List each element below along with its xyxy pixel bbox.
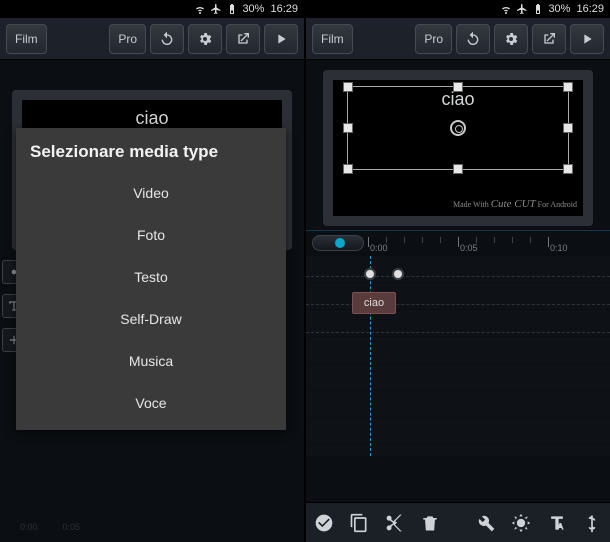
battery-icon [532,3,544,15]
pro-label: Pro [118,32,137,46]
settings-button[interactable] [188,24,222,54]
bottom-toolbar [306,502,610,542]
dialog-title: Selezionare media type [16,140,286,172]
play-button[interactable] [264,24,298,54]
media-option-musica[interactable]: Musica [16,340,286,382]
film-label: Film [321,32,344,46]
undo-button[interactable] [150,24,184,54]
battery-pct: 30% [242,3,264,15]
resize-handle-ne[interactable] [563,82,573,92]
delete-button[interactable] [416,509,444,537]
playhead[interactable] [370,256,371,456]
preview-area[interactable]: ciao Made With Cute CUT For Android [323,70,593,226]
battery-pct: 30% [548,3,570,15]
ruler-tick-2: 0:10 [550,243,568,253]
share-icon [541,31,557,47]
resize-handle-n[interactable] [453,82,463,92]
brightness-button[interactable] [507,509,535,537]
keyframe-dot[interactable] [364,268,376,280]
wifi-icon [500,3,512,15]
wrench-button[interactable] [472,509,500,537]
keyframe-dot[interactable] [392,268,404,280]
status-time: 16:29 [270,3,298,15]
preview-text: ciao [441,89,474,110]
trash-icon [420,513,440,533]
selection-box[interactable]: ciao [347,86,569,170]
watermark-brand: Cute CUT [491,198,536,210]
copy-icon [349,513,369,533]
text-style-button[interactable] [543,509,571,537]
status-bar: 30% 16:29 [306,0,610,18]
text-cursor-icon [582,513,602,533]
play-icon [273,31,289,47]
resize-handle-s[interactable] [453,164,463,174]
media-option-video[interactable]: Video [16,172,286,214]
watermark: Made With Cute CUT For Android [453,198,577,210]
media-type-dialog: Selezionare media type Video Foto Testo … [16,128,286,430]
gear-icon [197,31,213,47]
status-bar: 30% 16:29 [0,0,304,18]
play-button[interactable] [570,24,604,54]
tracks[interactable]: ciao [306,256,610,456]
confirm-button[interactable] [310,509,338,537]
play-icon [579,31,595,47]
film-button[interactable]: Film [6,24,47,54]
cut-button[interactable] [381,509,409,537]
pro-label: Pro [424,32,443,46]
pro-button[interactable]: Pro [109,24,146,54]
undo-icon [465,31,481,47]
resize-handle-e[interactable] [563,123,573,133]
resize-handle-w[interactable] [343,123,353,133]
share-button[interactable] [226,24,260,54]
media-option-testo[interactable]: Testo [16,256,286,298]
film-label: Film [15,32,38,46]
resize-handle-se[interactable] [563,164,573,174]
wrench-icon [476,513,496,533]
clip-ciao[interactable]: ciao [352,292,396,314]
media-option-voce[interactable]: Voce [16,382,286,424]
media-option-foto[interactable]: Foto [16,214,286,256]
scrub-bar[interactable]: 0:00 0:05 0:10 [306,230,610,256]
resize-handle-nw[interactable] [343,82,353,92]
preview-text: ciao [135,108,168,129]
scissors-icon [385,513,405,533]
wifi-icon [194,3,206,15]
text-edit-button[interactable] [578,509,606,537]
gear-icon [503,31,519,47]
copy-button[interactable] [345,509,373,537]
undo-icon [159,31,175,47]
watermark-made: Made With [453,200,489,209]
media-option-selfdraw[interactable]: Self-Draw [16,298,286,340]
top-toolbar: Film Pro [0,18,304,60]
film-button[interactable]: Film [312,24,353,54]
ruler-hint: 0:00 0:05 [20,522,80,532]
ruler-tick-1: 0:05 [460,243,478,253]
undo-button[interactable] [456,24,490,54]
settings-button[interactable] [494,24,528,54]
airplane-icon [210,3,222,15]
time-ruler[interactable]: 0:00 0:05 0:10 [368,235,610,255]
pro-button[interactable]: Pro [415,24,452,54]
zoom-slider[interactable] [312,235,364,251]
resize-handle-sw[interactable] [343,164,353,174]
timeline[interactable]: 0:00 0:05 0:10 ciao [306,230,610,502]
watermark-for: For Android [538,200,577,209]
check-circle-icon [314,513,334,533]
clip-label: ciao [364,297,384,309]
top-toolbar: Film Pro [306,18,610,60]
share-button[interactable] [532,24,566,54]
text-style-icon [547,513,567,533]
brightness-icon [511,513,531,533]
status-time: 16:29 [576,3,604,15]
battery-icon [226,3,238,15]
airplane-icon [516,3,528,15]
ruler-tick-0: 0:00 [370,243,388,253]
center-target-icon[interactable] [450,120,466,136]
share-icon [235,31,251,47]
